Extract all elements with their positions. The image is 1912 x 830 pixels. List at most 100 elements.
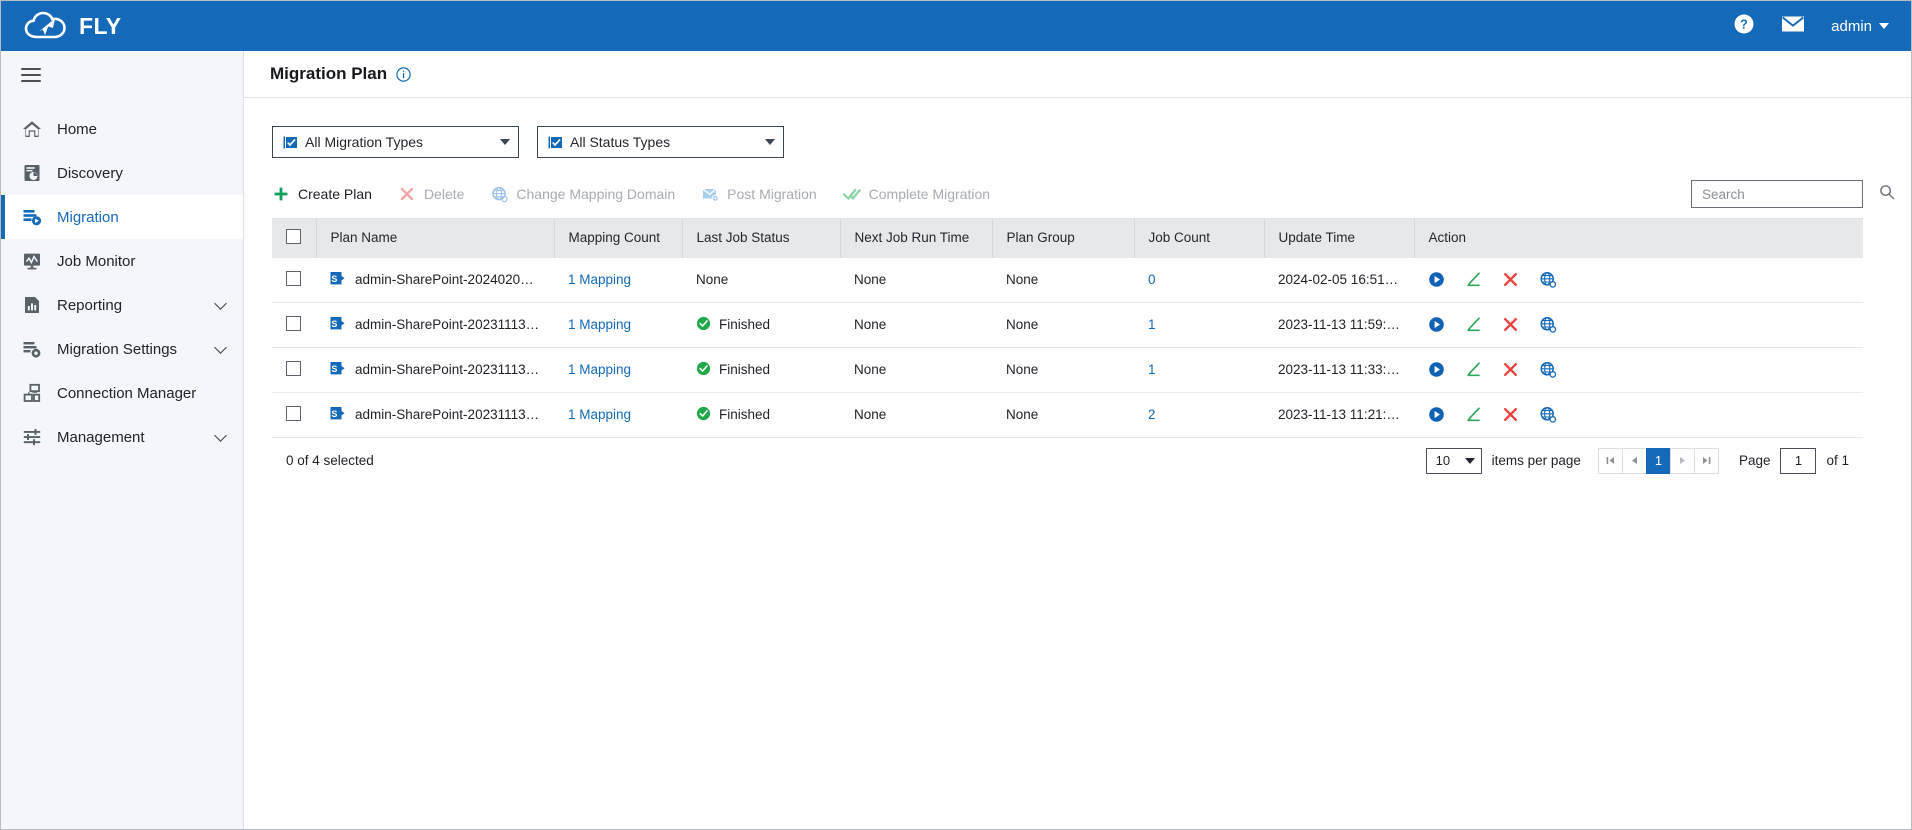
user-menu[interactable]: admin (1831, 18, 1889, 35)
column-header-plan-name[interactable]: Plan Name (316, 219, 555, 257)
select-all-header (272, 219, 317, 257)
first-page-icon[interactable] (1597, 447, 1623, 474)
mapping-count-link[interactable]: 1 Mapping (568, 362, 631, 377)
hamburger-icon[interactable] (21, 67, 41, 82)
chevron-down-icon (214, 340, 227, 354)
job-count-link[interactable]: 1 (1148, 362, 1156, 377)
cell-job-count: 0 (1134, 256, 1264, 303)
column-header-mapping-count[interactable]: Mapping Count (554, 219, 683, 257)
cell-action (1414, 256, 1863, 303)
change-mapping-domain-button[interactable]: Change Mapping Domain (490, 185, 675, 203)
edit-icon[interactable] (1465, 406, 1482, 423)
edit-icon[interactable] (1465, 271, 1482, 288)
select-all-checkbox[interactable] (286, 228, 301, 244)
toolbar-label: Create Plan (298, 186, 372, 202)
info-icon[interactable] (396, 66, 411, 82)
double-check-icon (842, 185, 861, 203)
row-checkbox[interactable] (286, 360, 301, 376)
connection-manager-icon (21, 382, 43, 404)
status-type-filter[interactable]: All Status Types (537, 126, 784, 158)
sidebar-item-connection-manager[interactable]: Connection Manager (1, 371, 243, 415)
cell-job-count: 1 (1134, 302, 1264, 348)
job-count-link[interactable]: 2 (1148, 407, 1156, 422)
column-header-job-count[interactable]: Job Count (1134, 219, 1265, 257)
column-header-plan-group[interactable]: Plan Group (992, 219, 1135, 257)
edit-icon[interactable] (1465, 316, 1482, 333)
column-header-next-job-run-time[interactable]: Next Job Run Time (840, 219, 993, 257)
change-domain-icon[interactable] (1539, 406, 1557, 424)
cell-plan-group: None (992, 347, 1134, 393)
delete-icon[interactable] (1502, 361, 1519, 378)
help-circle-icon[interactable]: ? (1733, 13, 1755, 40)
page-button-1[interactable]: 1 (1645, 447, 1671, 474)
change-domain-icon[interactable] (1539, 316, 1557, 334)
post-migration-button[interactable]: Post Migration (701, 185, 817, 203)
filter-label: All Migration Types (305, 134, 424, 150)
prev-page-icon[interactable] (1621, 447, 1647, 474)
sidebar-item-discovery[interactable]: Discovery (1, 151, 243, 195)
migration-type-filter[interactable]: All Migration Types (272, 126, 519, 158)
row-checkbox[interactable] (286, 315, 301, 331)
items-per-page-select[interactable]: 10 (1425, 447, 1482, 474)
sidebar-item-job-monitor[interactable]: Job Monitor (1, 239, 243, 283)
cell-next-job-run-time: None (840, 256, 992, 303)
search-icon[interactable] (1879, 184, 1895, 205)
run-icon[interactable] (1428, 316, 1445, 333)
pagination-buttons: 1 (1597, 447, 1719, 474)
svg-text:S: S (331, 364, 337, 374)
run-icon[interactable] (1428, 271, 1445, 288)
delete-icon[interactable] (1502, 316, 1519, 333)
mail-icon[interactable] (1781, 15, 1805, 38)
last-page-icon[interactable] (1693, 447, 1719, 474)
status-success-icon (696, 361, 711, 379)
cell-mapping-count: 1 Mapping (554, 256, 682, 303)
status-text: Finished (719, 362, 771, 377)
row-checkbox[interactable] (286, 270, 301, 286)
mapping-count-link[interactable]: 1 Mapping (568, 407, 631, 422)
job-count-link[interactable]: 0 (1148, 272, 1156, 287)
column-header-last-job-status[interactable]: Last Job Status (682, 219, 841, 257)
search-input[interactable] (1702, 186, 1879, 202)
complete-migration-button[interactable]: Complete Migration (842, 185, 990, 203)
table-row[interactable]: S admin-SharePoint-2023111311... 1 Mappi… (272, 347, 1863, 393)
sidebar-item-migration-settings[interactable]: Migration Settings (1, 327, 243, 371)
search-box[interactable] (1691, 180, 1895, 208)
delete-button[interactable]: Delete (398, 185, 464, 203)
page-number-input[interactable]: 1 (1780, 447, 1817, 474)
change-domain-icon[interactable] (1539, 271, 1557, 289)
row-select-cell (272, 302, 316, 348)
next-page-icon[interactable] (1669, 447, 1695, 474)
filter-label: All Status Types (570, 134, 671, 150)
sidebar-item-migration[interactable]: Migration (1, 195, 243, 239)
brand[interactable]: FLY (23, 10, 122, 42)
table-row[interactable]: S admin-SharePoint-2023111310... 1 Mappi… (272, 392, 1863, 438)
delete-icon[interactable] (1502, 271, 1519, 288)
sidebar-item-management[interactable]: Management (1, 415, 243, 459)
status-text: Finished (719, 407, 771, 422)
delete-icon[interactable] (1502, 406, 1519, 423)
cell-update-time: 2023-11-13 11:21:33 (1264, 392, 1414, 438)
plan-name-text: admin-SharePoint-2023111311... (355, 317, 540, 332)
edit-icon[interactable] (1465, 361, 1482, 378)
cell-action (1414, 347, 1863, 393)
mapping-count-link[interactable]: 1 Mapping (568, 272, 631, 287)
row-checkbox[interactable] (286, 405, 301, 421)
column-header-update-time[interactable]: Update Time (1264, 219, 1415, 257)
table-row[interactable]: S admin-SharePoint-2023111311... 1 Mappi… (272, 302, 1863, 348)
table-row[interactable]: S admin-SharePoint-2024020516... 1 Mappi… (272, 256, 1863, 303)
cell-mapping-count: 1 Mapping (554, 347, 682, 393)
sidebar-item-home[interactable]: Home (1, 107, 243, 151)
job-count-link[interactable]: 1 (1148, 317, 1156, 332)
change-domain-icon[interactable] (1539, 361, 1557, 379)
column-header-action: Action (1414, 219, 1863, 257)
cell-plan-group: None (992, 256, 1134, 303)
run-icon[interactable] (1428, 361, 1445, 378)
run-icon[interactable] (1428, 406, 1445, 423)
table-head: Plan Name Mapping Count Last Job Status … (272, 219, 1863, 257)
migration-icon (21, 206, 43, 228)
sidebar-item-reporting[interactable]: Reporting (1, 283, 243, 327)
create-plan-button[interactable]: Create Plan (272, 185, 372, 203)
mapping-count-link[interactable]: 1 Mapping (568, 317, 631, 332)
plan-name-text: admin-SharePoint-2023111310... (355, 407, 540, 422)
filter-bar: All Migration Types All Status Types (272, 126, 1863, 158)
